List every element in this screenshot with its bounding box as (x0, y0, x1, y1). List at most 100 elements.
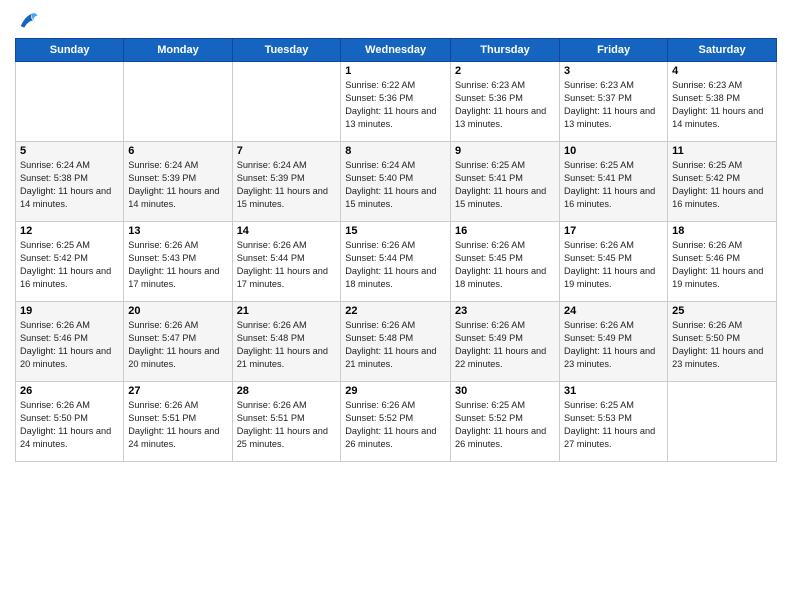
day-info: Sunrise: 6:26 AMSunset: 5:48 PMDaylight:… (345, 319, 446, 371)
day-info: Sunrise: 6:25 AMSunset: 5:53 PMDaylight:… (564, 399, 663, 451)
calendar-body: 1 Sunrise: 6:22 AMSunset: 5:36 PMDaylight… (16, 62, 777, 462)
calendar-cell: 17 Sunrise: 6:26 AMSunset: 5:45 PMDayligh… (560, 222, 668, 302)
day-info: Sunrise: 6:26 AMSunset: 5:44 PMDaylight:… (345, 239, 446, 291)
header (15, 10, 777, 32)
day-number: 18 (672, 225, 772, 237)
day-number: 25 (672, 305, 772, 317)
day-header-thursday: Thursday (451, 39, 560, 62)
day-number: 21 (237, 305, 337, 317)
day-info: Sunrise: 6:25 AMSunset: 5:41 PMDaylight:… (455, 159, 555, 211)
day-number: 5 (20, 145, 119, 157)
calendar-cell: 16Sunrise: 6:26 AMSunset: 5:45 PMDayligh… (451, 222, 560, 302)
day-info: Sunrise: 6:22 AMSunset: 5:36 PMDaylight:… (345, 79, 446, 131)
day-info: Sunrise: 6:26 AMSunset: 5:50 PMDaylight:… (20, 399, 119, 451)
calendar-cell: 3 Sunrise: 6:23 AMSunset: 5:37 PMDaylight… (560, 62, 668, 142)
day-info: Sunrise: 6:26 AMSunset: 5:46 PMDaylight:… (20, 319, 119, 371)
calendar-cell: 24Sunrise: 6:26 AMSunset: 5:49 PMDayligh… (560, 302, 668, 382)
day-info: Sunrise: 6:26 AMSunset: 5:43 PMDaylight:… (128, 239, 227, 291)
day-number: 28 (237, 385, 337, 397)
day-info: Sunrise: 6:25 AMSunset: 5:42 PMDaylight:… (672, 159, 772, 211)
day-header-saturday: Saturday (668, 39, 777, 62)
day-info: Sunrise: 6:26 AMSunset: 5:45 PMDaylight:… (455, 239, 555, 291)
calendar-cell: 12Sunrise: 6:25 AMSunset: 5:42 PMDayligh… (16, 222, 124, 302)
day-info: Sunrise: 6:26 AMSunset: 5:47 PMDaylight:… (128, 319, 227, 371)
calendar-week-3: 12Sunrise: 6:25 AMSunset: 5:42 PMDayligh… (16, 222, 777, 302)
day-number: 22 (345, 305, 446, 317)
day-number: 15 (345, 225, 446, 237)
calendar-week-5: 26 Sunrise: 6:26 AMSunset: 5:50 PMDayligh… (16, 382, 777, 462)
calendar-cell: 8Sunrise: 6:24 AMSunset: 5:40 PMDaylight… (341, 142, 451, 222)
day-number: 14 (237, 225, 337, 237)
day-info: Sunrise: 6:26 AMSunset: 5:51 PMDaylight:… (128, 399, 227, 451)
day-number: 7 (237, 145, 337, 157)
day-number: 20 (128, 305, 227, 317)
day-info: Sunrise: 6:23 AMSunset: 5:37 PMDaylight:… (564, 79, 663, 131)
calendar-cell (16, 62, 124, 142)
day-info: Sunrise: 6:24 AMSunset: 5:40 PMDaylight:… (345, 159, 446, 211)
calendar-cell: 9 Sunrise: 6:25 AMSunset: 5:41 PMDaylight… (451, 142, 560, 222)
calendar-cell: 20 Sunrise: 6:26 AMSunset: 5:47 PMDayligh… (124, 302, 232, 382)
calendar-cell: 25Sunrise: 6:26 AMSunset: 5:50 PMDayligh… (668, 302, 777, 382)
calendar-cell: 4 Sunrise: 6:23 AMSunset: 5:38 PMDaylight… (668, 62, 777, 142)
day-header-tuesday: Tuesday (232, 39, 341, 62)
calendar: SundayMondayTuesdayWednesdayThursdayFrid… (15, 38, 777, 462)
day-info: Sunrise: 6:25 AMSunset: 5:41 PMDaylight:… (564, 159, 663, 211)
day-info: Sunrise: 6:26 AMSunset: 5:45 PMDaylight:… (564, 239, 663, 291)
day-number: 1 (345, 65, 446, 77)
calendar-cell (124, 62, 232, 142)
day-number: 9 (455, 145, 555, 157)
day-number: 6 (128, 145, 227, 157)
calendar-cell: 15 Sunrise: 6:26 AMSunset: 5:44 PMDayligh… (341, 222, 451, 302)
calendar-cell (232, 62, 341, 142)
day-number: 19 (20, 305, 119, 317)
day-info: Sunrise: 6:24 AMSunset: 5:39 PMDaylight:… (237, 159, 337, 211)
day-number: 2 (455, 65, 555, 77)
calendar-cell: 14Sunrise: 6:26 AMSunset: 5:44 PMDayligh… (232, 222, 341, 302)
logo-bird-icon (17, 10, 39, 32)
calendar-cell: 23Sunrise: 6:26 AMSunset: 5:49 PMDayligh… (451, 302, 560, 382)
calendar-cell: 5 Sunrise: 6:24 AMSunset: 5:38 PMDaylight… (16, 142, 124, 222)
day-number: 13 (128, 225, 227, 237)
calendar-cell: 26 Sunrise: 6:26 AMSunset: 5:50 PMDayligh… (16, 382, 124, 462)
day-number: 24 (564, 305, 663, 317)
day-info: Sunrise: 6:26 AMSunset: 5:51 PMDaylight:… (237, 399, 337, 451)
page: SundayMondayTuesdayWednesdayThursdayFrid… (0, 0, 792, 612)
day-number: 4 (672, 65, 772, 77)
day-number: 12 (20, 225, 119, 237)
calendar-cell: 13 Sunrise: 6:26 AMSunset: 5:43 PMDayligh… (124, 222, 232, 302)
day-info: Sunrise: 6:26 AMSunset: 5:46 PMDaylight:… (672, 239, 772, 291)
day-header-friday: Friday (560, 39, 668, 62)
day-number: 10 (564, 145, 663, 157)
day-number: 31 (564, 385, 663, 397)
logo (15, 10, 39, 32)
calendar-cell (668, 382, 777, 462)
calendar-cell: 1 Sunrise: 6:22 AMSunset: 5:36 PMDaylight… (341, 62, 451, 142)
calendar-cell: 22 Sunrise: 6:26 AMSunset: 5:48 PMDayligh… (341, 302, 451, 382)
calendar-cell: 27Sunrise: 6:26 AMSunset: 5:51 PMDayligh… (124, 382, 232, 462)
calendar-cell: 6Sunrise: 6:24 AMSunset: 5:39 PMDaylight… (124, 142, 232, 222)
day-number: 30 (455, 385, 555, 397)
calendar-week-2: 5 Sunrise: 6:24 AMSunset: 5:38 PMDaylight… (16, 142, 777, 222)
day-number: 3 (564, 65, 663, 77)
day-info: Sunrise: 6:23 AMSunset: 5:38 PMDaylight:… (672, 79, 772, 131)
calendar-cell: 29Sunrise: 6:26 AMSunset: 5:52 PMDayligh… (341, 382, 451, 462)
day-info: Sunrise: 6:24 AMSunset: 5:38 PMDaylight:… (20, 159, 119, 211)
calendar-cell: 30 Sunrise: 6:25 AMSunset: 5:52 PMDayligh… (451, 382, 560, 462)
day-header-monday: Monday (124, 39, 232, 62)
calendar-cell: 21 Sunrise: 6:26 AMSunset: 5:48 PMDayligh… (232, 302, 341, 382)
calendar-cell: 28 Sunrise: 6:26 AMSunset: 5:51 PMDayligh… (232, 382, 341, 462)
calendar-week-4: 19 Sunrise: 6:26 AMSunset: 5:46 PMDayligh… (16, 302, 777, 382)
day-number: 11 (672, 145, 772, 157)
calendar-week-1: 1 Sunrise: 6:22 AMSunset: 5:36 PMDaylight… (16, 62, 777, 142)
calendar-cell: 19 Sunrise: 6:26 AMSunset: 5:46 PMDayligh… (16, 302, 124, 382)
day-header-sunday: Sunday (16, 39, 124, 62)
calendar-cell: 18 Sunrise: 6:26 AMSunset: 5:46 PMDayligh… (668, 222, 777, 302)
calendar-cell: 31 Sunrise: 6:25 AMSunset: 5:53 PMDayligh… (560, 382, 668, 462)
day-number: 26 (20, 385, 119, 397)
day-number: 17 (564, 225, 663, 237)
day-info: Sunrise: 6:25 AMSunset: 5:52 PMDaylight:… (455, 399, 555, 451)
calendar-cell: 7 Sunrise: 6:24 AMSunset: 5:39 PMDaylight… (232, 142, 341, 222)
day-header-wednesday: Wednesday (341, 39, 451, 62)
day-number: 23 (455, 305, 555, 317)
day-info: Sunrise: 6:26 AMSunset: 5:48 PMDaylight:… (237, 319, 337, 371)
